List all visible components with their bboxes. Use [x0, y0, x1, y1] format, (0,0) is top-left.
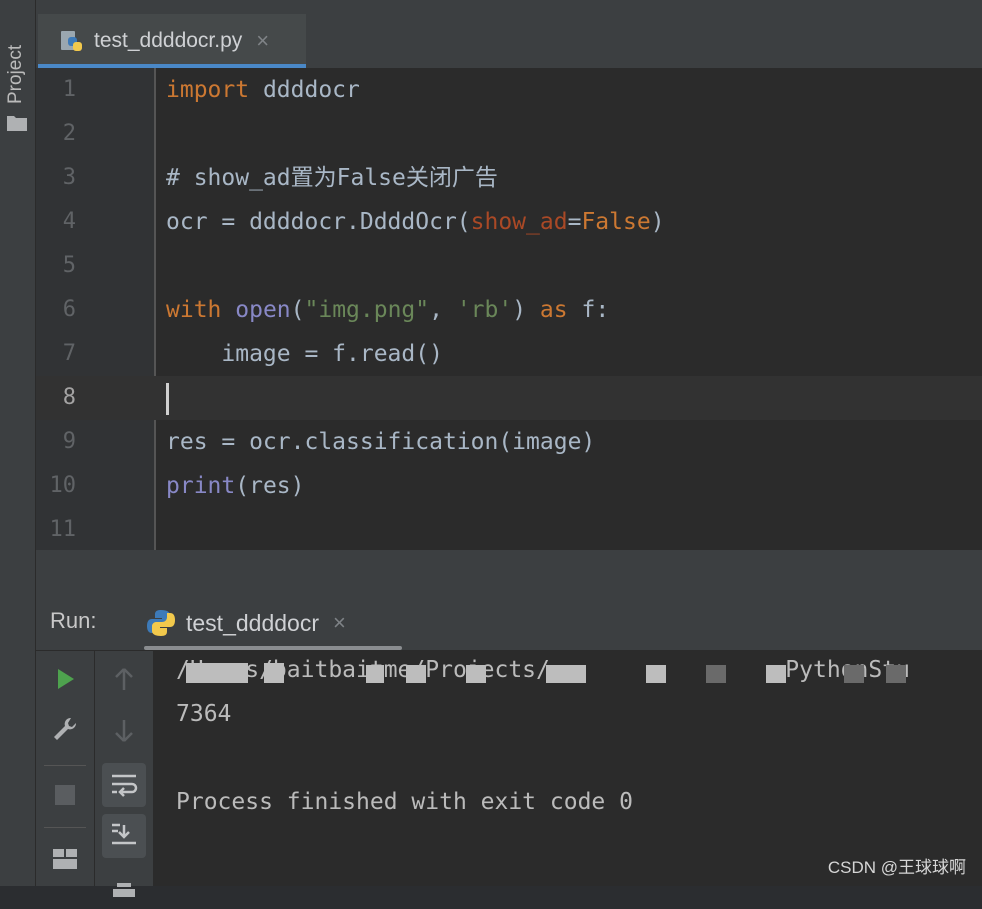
line-number: 7 [62, 341, 76, 366]
run-panel-header: Run: test_ddddocr × [36, 596, 982, 651]
code-line[interactable]: 10 print(res) [36, 464, 982, 508]
previous-occurrence-button[interactable] [102, 657, 146, 701]
code-comment: # show_ad置为False关闭广告 [166, 165, 498, 191]
close-icon[interactable]: × [333, 610, 346, 636]
redaction-block [366, 665, 384, 683]
text-caret [166, 376, 169, 420]
redaction-block [546, 665, 586, 683]
wrench-icon [54, 717, 77, 740]
rerun-button[interactable] [43, 657, 87, 701]
code-line[interactable]: 2 [36, 112, 982, 156]
layout-button[interactable] [43, 837, 87, 881]
scroll-to-end-button[interactable] [102, 814, 146, 858]
code-text: print(res) [166, 473, 305, 499]
printer-icon [113, 883, 135, 897]
code-editor[interactable]: 1 import ddddocr 2 3 # show_ad置为False关闭广… [36, 68, 982, 550]
python-icon [147, 610, 175, 636]
line-number: 9 [62, 429, 76, 454]
line-number: 3 [62, 165, 76, 190]
next-occurrence-button[interactable] [102, 709, 146, 753]
toolbar-separator [44, 827, 86, 828]
panel-splitter[interactable] [36, 550, 982, 596]
run-tab-name: test_ddddocr [186, 609, 319, 636]
code-text: image = f.read() [166, 341, 443, 367]
code-text: res = ocr.classification(image) [166, 429, 596, 455]
run-toolbar-secondary [95, 651, 154, 897]
line-number: 8 [62, 385, 76, 410]
run-console[interactable]: /Users/baitbaitme/Projects/ PythonStu 73… [154, 651, 982, 886]
line-number: 2 [62, 121, 76, 146]
line-number: 11 [49, 517, 77, 542]
arrow-up-icon [115, 668, 133, 690]
code-text: import ddddocr [166, 77, 360, 103]
toolbar-separator [44, 765, 86, 766]
layout-icon [53, 849, 77, 869]
console-exit-message: Process finished with exit code 0 [176, 789, 633, 815]
soft-wrap-icon [112, 774, 138, 797]
redaction-block [706, 665, 726, 683]
code-line[interactable]: 9 res = ocr.classification(image) [36, 420, 982, 464]
line-number: 1 [62, 77, 76, 102]
active-tab-indicator [144, 646, 402, 650]
scroll-to-end-icon [112, 823, 136, 845]
redaction-block [766, 665, 786, 683]
line-number: 4 [62, 209, 76, 234]
line-number: 6 [62, 297, 76, 322]
code-line[interactable]: 5 [36, 244, 982, 288]
redaction-block [646, 665, 666, 683]
code-line[interactable]: 7 image = f.read() [36, 332, 982, 376]
stop-icon [55, 785, 75, 805]
close-icon[interactable]: × [256, 28, 269, 54]
redaction-block [264, 663, 284, 683]
redaction-block [466, 665, 486, 683]
run-toolbar-primary [36, 651, 95, 886]
code-line[interactable]: 4 ocr = ddddocr.DdddOcr(show_ad=False) [36, 200, 982, 244]
run-tab[interactable]: test_ddddocr × [120, 596, 406, 650]
code-text: ocr = ddddocr.DdddOcr(show_ad=False) [166, 209, 665, 235]
redaction-block [406, 665, 426, 683]
editor-tab-active[interactable]: test_ddddocr.py × [38, 14, 306, 68]
run-panel-label: Run: [50, 608, 97, 633]
console-output: 7364 [176, 701, 232, 727]
python-file-icon [61, 31, 82, 51]
code-line-current[interactable]: 8 [36, 376, 982, 420]
redaction-block [844, 665, 864, 683]
code-line[interactable]: 6 with open("img.png", 'rb') as f: [36, 288, 982, 332]
stop-button[interactable] [43, 773, 87, 817]
print-button[interactable] [102, 865, 146, 909]
redaction-block [886, 665, 906, 683]
line-number: 10 [49, 473, 77, 498]
code-line[interactable]: 3 # show_ad置为False关闭广告 [36, 156, 982, 200]
line-number: 5 [62, 253, 76, 278]
editor-tab-filename: test_ddddocr.py [94, 29, 243, 52]
editor-tab-bar: test_ddddocr.py × [36, 14, 982, 69]
redaction-block [186, 663, 248, 683]
code-text: with open("img.png", 'rb') as f: [166, 297, 610, 323]
arrow-down-icon [115, 720, 133, 742]
project-tool-label[interactable]: Project [5, 45, 27, 104]
code-line[interactable]: 1 import ddddocr [36, 68, 982, 112]
top-bar [36, 0, 982, 15]
tool-window-strip: Project [0, 0, 36, 886]
play-icon [58, 669, 74, 689]
edit-configuration-button[interactable] [43, 707, 87, 751]
soft-wrap-button[interactable] [102, 763, 146, 807]
folder-icon[interactable] [6, 114, 28, 132]
watermark: CSDN @王球球啊 [827, 858, 966, 877]
code-line[interactable]: 11 [36, 508, 982, 552]
